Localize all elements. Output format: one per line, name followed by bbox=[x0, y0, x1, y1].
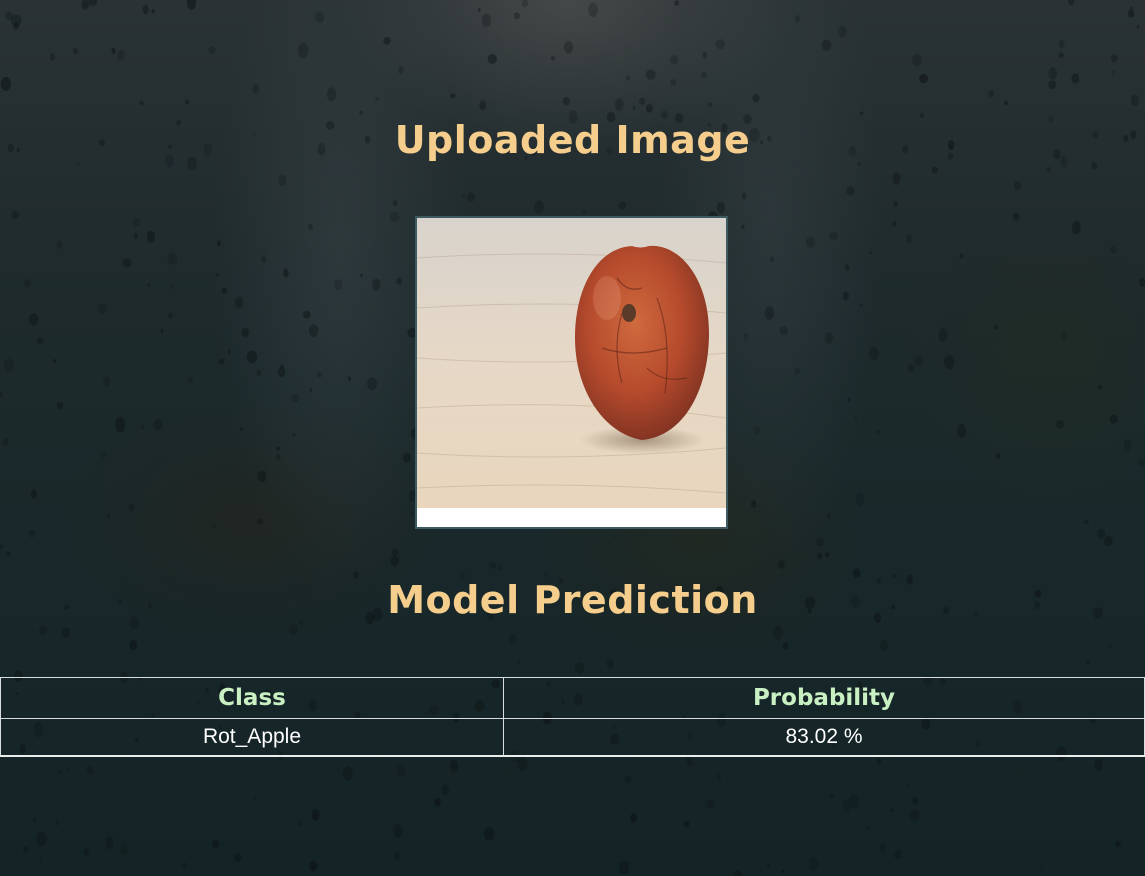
model-prediction-title: Model Prediction bbox=[387, 578, 758, 622]
column-header-class: Class bbox=[0, 677, 504, 719]
table-header-row: Class Probability bbox=[0, 677, 1145, 719]
table-row: Rot_Apple 83.02 % bbox=[0, 718, 1145, 757]
page-content: Uploaded Image Model Prediction Class Pr… bbox=[0, 0, 1145, 876]
predicted-class-cell: Rot_Apple bbox=[0, 718, 504, 757]
column-header-probability: Probability bbox=[503, 677, 1145, 719]
uploaded-image bbox=[415, 216, 728, 529]
rotten-apple-photo bbox=[417, 218, 726, 527]
prediction-table: Class Probability Rot_Apple 83.02 % bbox=[0, 677, 1145, 757]
uploaded-image-title: Uploaded Image bbox=[394, 118, 751, 162]
probability-cell: 83.02 % bbox=[503, 718, 1145, 757]
